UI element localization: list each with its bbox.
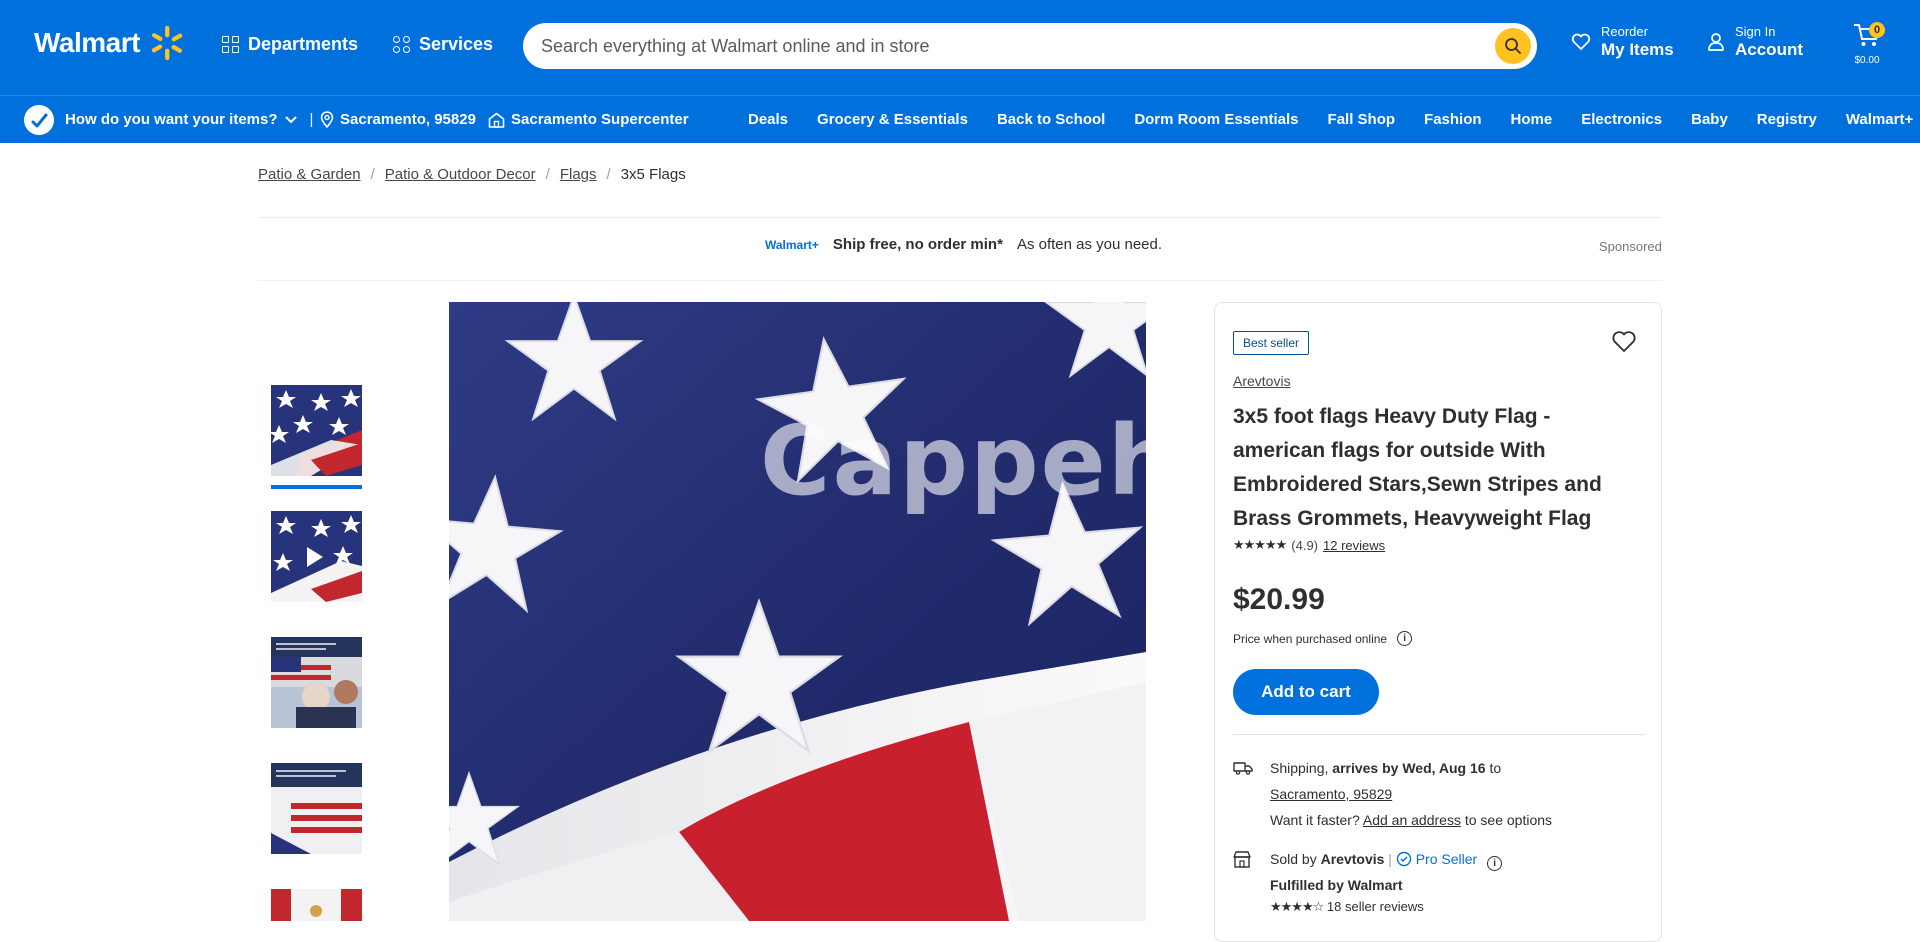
location-pin-icon [320, 111, 334, 128]
buy-box: Best seller Arevtovis 3x5 foot flags Hea… [1214, 302, 1662, 942]
chevron-down-icon [284, 115, 297, 123]
breadcrumb-current: 3x5 Flags [620, 166, 686, 183]
pro-seller-badge-icon [1396, 851, 1412, 867]
walmart-logo[interactable]: Walmart [34, 24, 186, 62]
breadcrumb-flags[interactable]: Flags [560, 166, 597, 183]
product-main-image[interactable] [449, 302, 1146, 921]
services-button[interactable]: Services [393, 34, 493, 55]
rating-stars: ★★★★★ [1233, 537, 1287, 552]
favorite-heart-icon[interactable] [1611, 330, 1637, 354]
thumbnail-4[interactable] [271, 763, 362, 854]
delivery-selector[interactable]: How do you want your items? | [65, 111, 313, 128]
product-rating: ★★★★★ (4.9) 12 reviews [1233, 537, 1385, 553]
breadcrumb: Patio & Garden / Patio & Outdoor Decor /… [258, 166, 686, 183]
store-selector[interactable]: Sacramento Supercenter [488, 111, 689, 128]
walmart-plus-banner[interactable]: Walmart+ Ship free, no order min* As oft… [765, 236, 1162, 253]
category-home[interactable]: Home [1511, 111, 1553, 128]
promo-subtext: As often as you need. [1016, 236, 1163, 253]
category-links: Deals Grocery & Essentials Back to Schoo… [748, 111, 1920, 128]
store-icon [488, 112, 505, 128]
rating-value: (4.9) [1291, 537, 1319, 553]
user-icon [1708, 33, 1724, 51]
brand-link[interactable]: Arevtovis [1233, 373, 1291, 389]
sponsored-label: Sponsored [1599, 239, 1662, 254]
thumbnail-selected-indicator [271, 485, 362, 489]
buybox-divider [1233, 734, 1645, 735]
thumbnail-5[interactable] [271, 889, 362, 921]
shipping-info: Shipping, arrives by Wed, Aug 16 to Sacr… [1233, 755, 1552, 833]
category-fall-shop[interactable]: Fall Shop [1328, 111, 1396, 128]
search-button[interactable] [1495, 28, 1531, 64]
category-electronics[interactable]: Electronics [1581, 111, 1662, 128]
departments-grid-icon [222, 35, 240, 54]
seller-name[interactable]: Arevtovis [1321, 851, 1385, 867]
product-price: $20.99 [1233, 583, 1325, 616]
section-divider [258, 217, 1662, 218]
breadcrumb-patio-garden[interactable]: Patio & Garden [258, 166, 361, 183]
seller-info: Sold by Arevtovis | Pro Seller i Fulfill… [1233, 846, 1503, 920]
top-header: Walmart Departments Services Search ever… [0, 0, 1920, 95]
cart-total: $0.00 [1854, 55, 1880, 66]
walmart-plus-logo: Walmart+ [765, 237, 819, 252]
category-dorm-room[interactable]: Dorm Room Essentials [1134, 111, 1298, 128]
breadcrumb-separator: / [606, 166, 611, 183]
search-input[interactable] [541, 35, 1441, 57]
secondary-nav: How do you want your items? | Sacramento… [0, 95, 1920, 143]
spark-icon [151, 25, 183, 61]
breadcrumb-separator: / [370, 166, 375, 183]
shipping-truck-icon [1233, 762, 1253, 775]
seller-info-icon[interactable]: i [1487, 856, 1503, 871]
heart-icon [1571, 33, 1591, 50]
cart-button[interactable]: 0 $0.00 [1844, 22, 1890, 66]
add-to-cart-button[interactable]: Add to cart [1233, 669, 1379, 715]
arrival-date: arrives by Wed, Aug 16 [1332, 760, 1486, 776]
reviews-link[interactable]: 12 reviews [1323, 538, 1385, 553]
breadcrumb-outdoor-decor[interactable]: Patio & Outdoor Decor [385, 166, 536, 183]
thumbnail-3[interactable] [271, 637, 362, 728]
promo-headline: Ship free, no order min* [832, 236, 1003, 253]
cart-count-badge: 0 [1869, 22, 1885, 38]
category-back-to-school[interactable]: Back to School [997, 111, 1105, 128]
reorder-link[interactable]: Reorder My Items [1571, 24, 1674, 60]
breadcrumb-separator: / [545, 166, 550, 183]
location-selector[interactable]: Sacramento, 95829 [320, 111, 476, 128]
delivery-method-icon [24, 105, 54, 135]
category-grocery[interactable]: Grocery & Essentials [817, 111, 968, 128]
category-baby[interactable]: Baby [1691, 111, 1728, 128]
search-icon [1505, 38, 1521, 54]
category-registry[interactable]: Registry [1757, 111, 1817, 128]
play-icon [307, 547, 323, 567]
nav-separator: | [309, 111, 314, 128]
seller-rating-stars: ★★★★☆ [1270, 899, 1324, 914]
thumbnail-video[interactable] [271, 511, 362, 602]
best-seller-badge: Best seller [1233, 331, 1310, 355]
shipping-location-link[interactable]: Sacramento, 95829 [1270, 786, 1392, 802]
pro-seller-label: Pro Seller [1415, 851, 1478, 867]
seller-reviews-count: 18 seller reviews [1326, 899, 1424, 914]
category-deals[interactable]: Deals [748, 111, 788, 128]
store-front-icon [1233, 851, 1251, 868]
price-note: Price when purchased online i [1233, 631, 1413, 646]
account-link[interactable]: Sign In Account [1707, 24, 1803, 60]
search-bar [523, 23, 1537, 69]
product-title: 3x5 foot flags Heavy Duty Flag - america… [1233, 405, 1602, 530]
seller-separator: | [1388, 851, 1392, 867]
info-icon[interactable]: i [1397, 631, 1413, 646]
category-walmart-plus[interactable]: Walmart+ [1846, 111, 1913, 128]
departments-button[interactable]: Departments [222, 34, 358, 55]
category-fashion[interactable]: Fashion [1424, 111, 1482, 128]
thumbnail-1[interactable] [271, 385, 362, 476]
services-grid-icon [393, 35, 411, 54]
section-divider [258, 280, 1662, 281]
add-address-link[interactable]: Add an address [1363, 812, 1461, 828]
